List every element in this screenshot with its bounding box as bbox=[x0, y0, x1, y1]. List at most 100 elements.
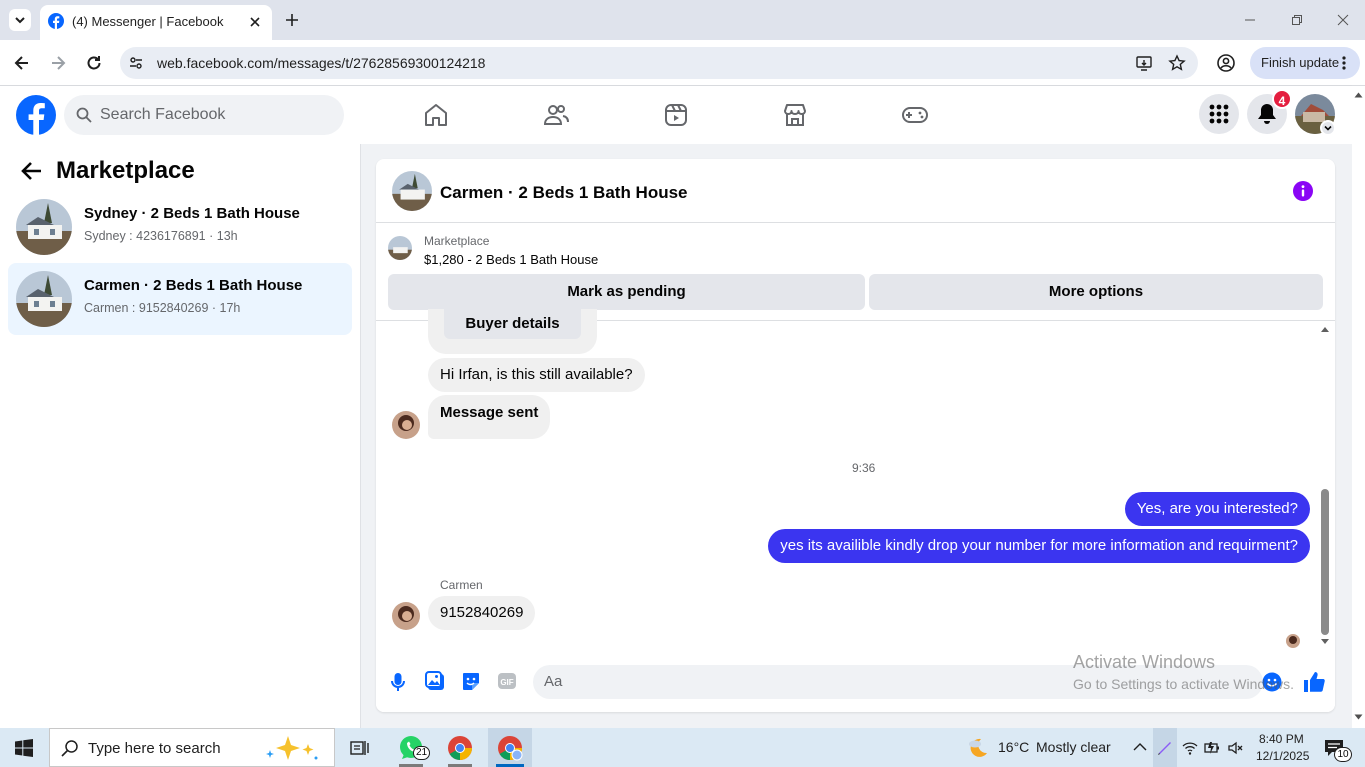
page-scroll-down-icon[interactable] bbox=[1354, 714, 1363, 721]
window-close-icon[interactable] bbox=[1335, 12, 1351, 28]
gaming-icon[interactable] bbox=[901, 102, 929, 128]
battery-icon[interactable] bbox=[1204, 740, 1222, 756]
weather-temp[interactable]: 16°C bbox=[998, 728, 1029, 767]
conversation-item[interactable]: Sydney · 2 Beds 1 Bath House Sydney : 42… bbox=[8, 191, 352, 263]
message-input-placeholder: Aa bbox=[544, 673, 563, 690]
chrome-taskbar-button[interactable] bbox=[438, 728, 482, 767]
notification-center-button[interactable]: 10 bbox=[1322, 736, 1352, 762]
weather-moon-icon[interactable] bbox=[966, 736, 990, 760]
browser-tab-bar: (4) Messenger | Facebook bbox=[0, 0, 1365, 40]
back-arrow-icon[interactable] bbox=[21, 161, 43, 181]
activate-windows-title: Activate Windows bbox=[1073, 652, 1216, 672]
scroll-up-icon[interactable] bbox=[1320, 325, 1330, 333]
clock-time[interactable]: 8:40 PM bbox=[1259, 732, 1304, 746]
buyer-details-button[interactable]: Buyer details bbox=[444, 309, 581, 339]
sender-name: Carmen bbox=[440, 578, 483, 592]
bell-icon bbox=[1258, 104, 1276, 124]
taskbar-search-box[interactable]: Type here to search bbox=[49, 728, 335, 767]
address-bar[interactable]: web.facebook.com/messages/t/276285693001… bbox=[120, 47, 1198, 79]
site-settings-icon[interactable] bbox=[128, 55, 144, 71]
pane-title: Marketplace bbox=[56, 157, 195, 184]
chat-listing-avatar[interactable] bbox=[392, 171, 432, 211]
bookmark-star-icon[interactable] bbox=[1168, 54, 1186, 72]
chevron-up-icon[interactable] bbox=[1133, 742, 1147, 752]
volume-muted-icon[interactable] bbox=[1228, 740, 1244, 756]
sticker-icon[interactable] bbox=[461, 671, 481, 691]
whatsapp-taskbar-button[interactable]: 21 bbox=[389, 728, 433, 767]
chrome-icon bbox=[498, 736, 523, 761]
pen-tray-button[interactable] bbox=[1153, 728, 1177, 767]
info-icon[interactable] bbox=[1293, 181, 1313, 201]
search-placeholder: Search Facebook bbox=[100, 106, 226, 123]
notification-count-badge: 10 bbox=[1334, 747, 1352, 762]
conversation-title: Sydney · 2 Beds 1 Bath House bbox=[84, 205, 300, 222]
page-scrollbar[interactable] bbox=[1352, 86, 1365, 728]
mark-pending-button[interactable]: Mark as pending bbox=[388, 274, 865, 310]
minimize-icon[interactable] bbox=[1242, 12, 1258, 28]
message-incoming: Hi Irfan, is this still available? bbox=[428, 358, 645, 392]
page-scroll-up-icon[interactable] bbox=[1354, 91, 1363, 98]
conversation-item-selected[interactable]: Carmen · 2 Beds 1 Bath House Carmen : 91… bbox=[8, 263, 352, 335]
marketplace-icon[interactable] bbox=[782, 102, 808, 128]
wifi-icon[interactable] bbox=[1182, 740, 1198, 756]
activate-windows-subtitle: Go to Settings to activate Windows. bbox=[1073, 676, 1294, 692]
back-icon[interactable] bbox=[12, 53, 32, 73]
message-incoming: 9152840269 bbox=[428, 596, 536, 630]
forward-icon[interactable] bbox=[48, 53, 68, 73]
chat-title[interactable]: Carmen · 2 Beds 1 Bath House bbox=[440, 183, 688, 203]
restore-icon[interactable] bbox=[1289, 12, 1305, 28]
photo-icon[interactable] bbox=[425, 671, 445, 691]
tab-title: (4) Messenger | Facebook bbox=[72, 14, 224, 29]
avatar-photo-icon bbox=[392, 411, 420, 439]
weather-desc[interactable]: Mostly clear bbox=[1036, 728, 1111, 767]
clock-date[interactable]: 12/1/2025 bbox=[1256, 749, 1309, 763]
browser-toolbar: web.facebook.com/messages/t/276285693001… bbox=[0, 40, 1365, 86]
windows-start-icon[interactable] bbox=[15, 739, 33, 757]
whatsapp-badge: 21 bbox=[413, 746, 431, 760]
notifications-button[interactable]: 4 bbox=[1247, 89, 1292, 134]
close-icon[interactable] bbox=[247, 14, 263, 30]
chat-window: Carmen · 2 Beds 1 Bath House Marketplace… bbox=[376, 159, 1335, 712]
facebook-logo-icon[interactable] bbox=[16, 95, 56, 135]
video-icon[interactable] bbox=[663, 102, 689, 128]
facebook-search-input[interactable]: Search Facebook bbox=[64, 95, 344, 135]
listing-mini-thumb bbox=[388, 236, 412, 260]
menu-button[interactable] bbox=[1199, 94, 1239, 134]
carmen-avatar[interactable] bbox=[392, 411, 420, 439]
conversation-subtitle: Carmen : 9152840269 · 17h bbox=[84, 301, 241, 315]
carmen-avatar[interactable] bbox=[392, 602, 420, 630]
finish-update-button[interactable]: Finish update bbox=[1250, 47, 1360, 79]
microphone-icon[interactable] bbox=[390, 672, 406, 692]
search-icon bbox=[76, 107, 92, 123]
account-menu-toggle[interactable] bbox=[1320, 120, 1336, 136]
chat-header: Carmen · 2 Beds 1 Bath House bbox=[376, 159, 1335, 223]
copilot-sparkle-icon bbox=[266, 736, 318, 760]
task-view-icon[interactable] bbox=[350, 738, 370, 758]
listing-thumbnail bbox=[16, 199, 72, 255]
search-icon bbox=[61, 740, 78, 757]
conversation-subtitle: Sydney : 4236176891 · 13h bbox=[84, 229, 238, 243]
browser-tab[interactable]: (4) Messenger | Facebook bbox=[40, 5, 272, 40]
pen-icon bbox=[1158, 742, 1171, 755]
profile-icon[interactable] bbox=[1216, 53, 1236, 73]
friends-icon[interactable] bbox=[543, 102, 569, 128]
install-app-icon[interactable] bbox=[1135, 54, 1153, 72]
new-tab-icon[interactable] bbox=[284, 12, 300, 28]
conversation-list-pane: Marketplace Sydney · 2 Beds 1 Bath House… bbox=[0, 144, 361, 728]
home-icon[interactable] bbox=[423, 102, 449, 128]
message-timestamp: 9:36 bbox=[852, 461, 876, 475]
more-options-button[interactable]: More options bbox=[869, 274, 1323, 310]
reload-icon[interactable] bbox=[84, 53, 104, 73]
chrome-profile-taskbar-button[interactable] bbox=[488, 728, 532, 767]
chat-scrollbar-thumb[interactable] bbox=[1321, 489, 1329, 635]
grid-menu-icon bbox=[1209, 104, 1229, 124]
scroll-down-icon[interactable] bbox=[1320, 638, 1330, 646]
message-sent-card: Message sent bbox=[428, 395, 551, 439]
avatar-photo-icon bbox=[1286, 634, 1300, 648]
gif-icon[interactable]: GIF bbox=[497, 671, 517, 691]
thumbs-up-icon[interactable] bbox=[1302, 670, 1326, 694]
message-outgoing: Yes, are you interested? bbox=[1124, 492, 1310, 526]
listing-detail[interactable]: $1,280 - 2 Beds 1 Bath House bbox=[424, 252, 598, 267]
tab-search-button[interactable] bbox=[9, 9, 31, 31]
taskbar-search-placeholder: Type here to search bbox=[88, 740, 221, 757]
